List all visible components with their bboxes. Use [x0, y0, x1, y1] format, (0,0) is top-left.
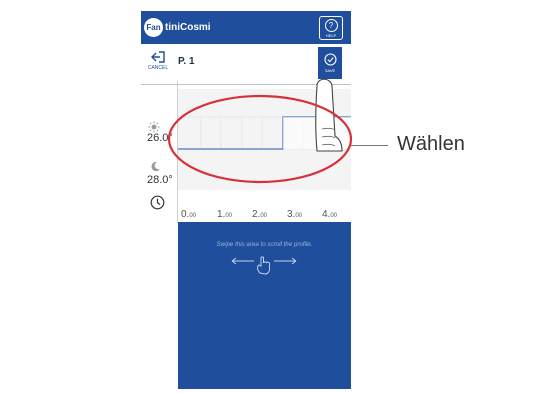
callout-line — [351, 145, 388, 146]
callout-label: Wählen — [397, 133, 465, 155]
finger-overlay — [315, 78, 343, 152]
phone-screen: Fan tiniCosmi ? HELP CANCEL P. 1 SAVE 26… — [141, 11, 351, 389]
